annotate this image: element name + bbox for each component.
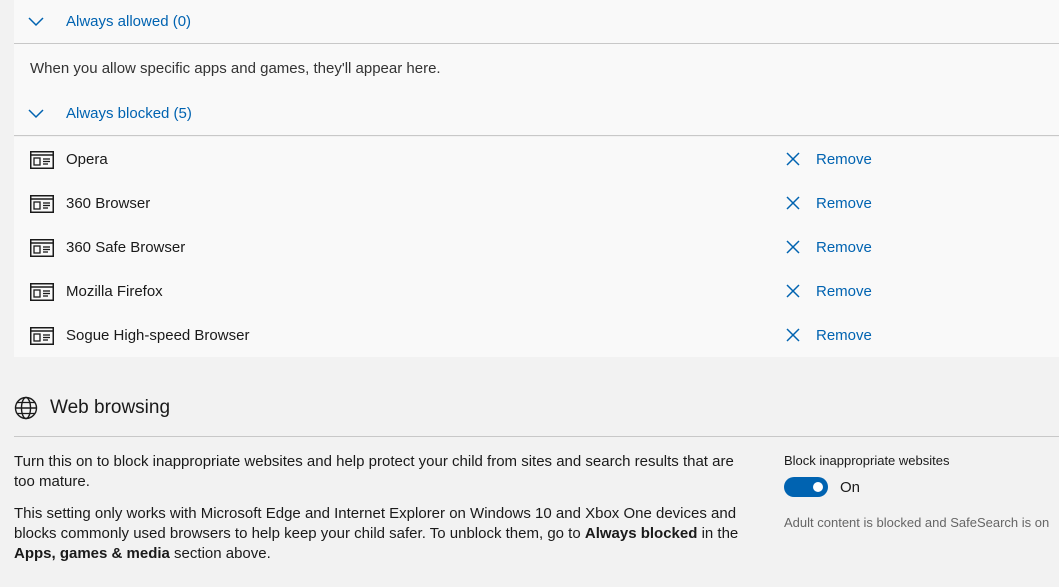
toggle-state-label: On <box>840 479 861 496</box>
app-name: Sogue High-speed Browser <box>66 326 250 344</box>
section-divider <box>14 436 1059 437</box>
close-icon <box>786 152 800 166</box>
app-window-icon <box>30 151 54 169</box>
app-window-icon <box>30 195 54 213</box>
note-text: in the <box>697 525 739 542</box>
web-browsing-title: Web browsing <box>50 397 171 418</box>
close-icon <box>786 284 800 298</box>
app-window-icon <box>30 283 54 301</box>
remove-button[interactable]: Remove <box>786 151 872 168</box>
apps-games-media-reference: Apps, games & media <box>14 545 170 562</box>
remove-button[interactable]: Remove <box>786 327 872 344</box>
blocked-app-list: Opera Remove 360 Browser Remove 360 Safe… <box>14 137 1059 357</box>
app-name: Opera <box>66 150 108 168</box>
always-blocked-header[interactable]: Always blocked (5) <box>14 92 1059 136</box>
always-allowed-empty-message: When you allow specific apps and games, … <box>14 44 1059 92</box>
block-websites-label: Block inappropriate websites <box>784 453 950 468</box>
remove-label: Remove <box>816 194 872 212</box>
always-blocked-reference: Always blocked <box>584 525 698 542</box>
web-browsing-description: Turn this on to block inappropriate webs… <box>14 453 734 490</box>
app-window-icon <box>30 327 54 345</box>
close-icon <box>786 240 800 254</box>
app-name: Mozilla Firefox <box>66 282 163 300</box>
remove-button[interactable]: Remove <box>786 239 872 256</box>
always-allowed-title: Always allowed (0) <box>66 13 192 30</box>
app-name: 360 Browser <box>66 194 151 212</box>
remove-label: Remove <box>816 238 872 256</box>
remove-label: Remove <box>816 326 872 344</box>
list-item: Mozilla Firefox Remove <box>14 269 1059 313</box>
close-icon <box>786 328 800 342</box>
remove-label: Remove <box>816 282 872 300</box>
app-window-icon <box>30 239 54 257</box>
block-websites-toggle[interactable] <box>784 477 828 497</box>
remove-button[interactable]: Remove <box>786 283 872 300</box>
list-item: Opera Remove <box>14 137 1059 181</box>
chevron-down-icon <box>28 16 44 26</box>
always-allowed-header[interactable]: Always allowed (0) <box>14 0 1059 44</box>
list-item: 360 Safe Browser Remove <box>14 225 1059 269</box>
note-text: section above. <box>169 545 271 562</box>
family-settings-page: Always allowed (0) When you allow specif… <box>0 0 1059 587</box>
remove-label: Remove <box>816 150 872 168</box>
app-name: 360 Safe Browser <box>66 238 186 256</box>
globe-icon <box>14 396 38 420</box>
web-browsing-header: Web browsing <box>14 396 170 420</box>
always-blocked-title: Always blocked (5) <box>66 105 192 122</box>
close-icon <box>786 196 800 210</box>
web-browsing-note: This setting only works with Microsoft E… <box>14 504 754 564</box>
list-item: Sogue High-speed Browser Remove <box>14 313 1059 357</box>
toggle-status-note: Adult content is blocked and SafeSearch … <box>784 515 1050 530</box>
remove-button[interactable]: Remove <box>786 195 872 212</box>
chevron-down-icon <box>28 108 44 118</box>
list-item: 360 Browser Remove <box>14 181 1059 225</box>
toggle-knob <box>813 482 823 492</box>
